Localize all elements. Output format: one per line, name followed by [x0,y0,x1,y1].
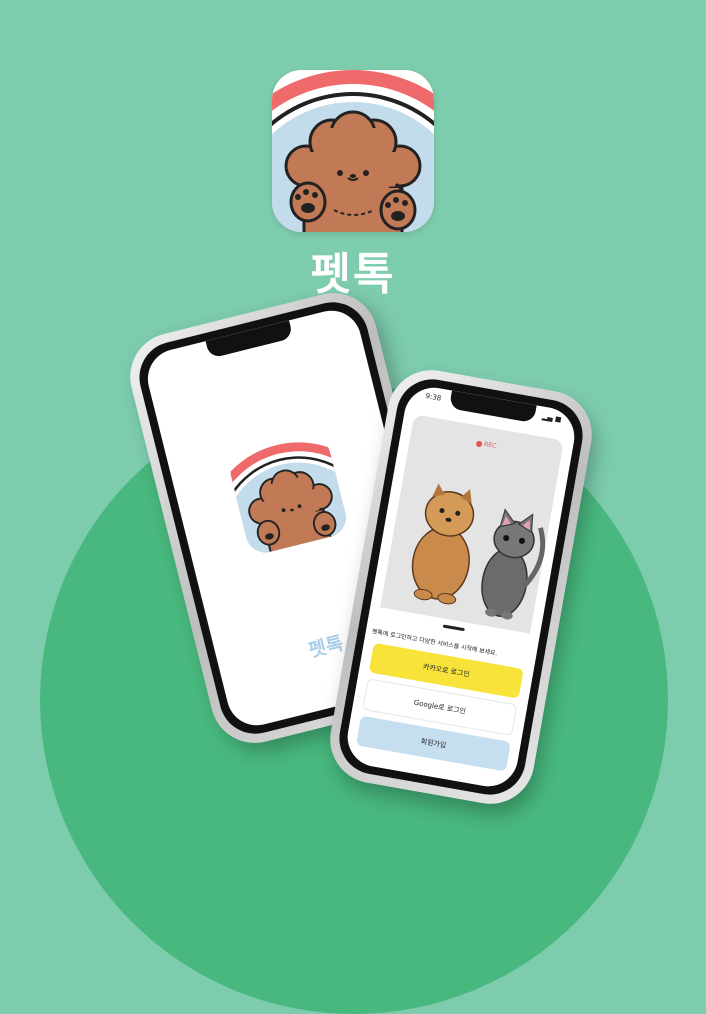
login-sheet: 펫톡에 로그인하고 다양한 서비스를 시작해 보세요. 카카오로 로그인 Goo… [342,605,540,792]
splash-logo [226,432,351,557]
status-time: 9:38 [424,392,442,403]
poodle-logo-icon [226,432,351,557]
dog-illustration [411,483,475,605]
app-title: 펫톡 [310,249,396,300]
sheet-handle[interactable] [442,624,465,632]
phone-notch [205,320,294,359]
app-icon [272,70,434,232]
cat-illustration [481,508,546,620]
poodle-logo-icon [272,70,434,232]
pet-camera-view: REC [378,414,564,644]
signal-battery-icon: ▂▄ ■ [541,412,563,424]
